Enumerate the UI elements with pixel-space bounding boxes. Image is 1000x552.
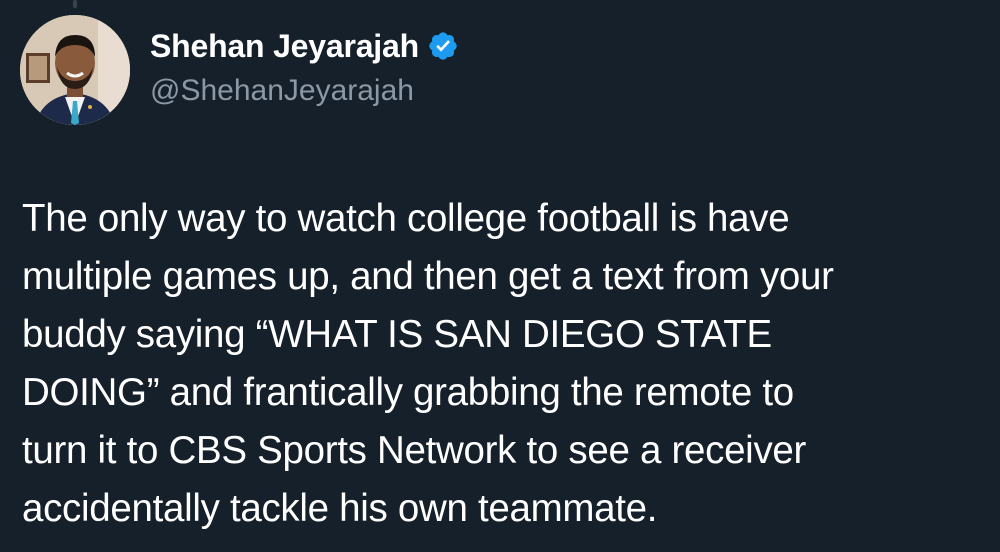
tweet-text-line: turn it to CBS Sports Network to see a r…	[22, 429, 807, 472]
author-display-name[interactable]: Shehan Jeyarajah	[150, 28, 419, 65]
tweet-card: Shehan Jeyarajah @ShehanJeyarajah The on…	[0, 0, 1000, 552]
tweet-text-line: The only way to watch college football i…	[22, 197, 790, 240]
tweet-text-line: multiple games up, and then get a text f…	[22, 255, 834, 298]
author-handle[interactable]: @ShehanJeyarajah	[150, 74, 414, 108]
author-name-row[interactable]: Shehan Jeyarajah	[150, 26, 459, 66]
tweet-text-line: DOING” and frantically grabbing the remo…	[22, 371, 794, 414]
thread-connector-line	[73, 0, 77, 8]
verified-badge-icon	[427, 30, 459, 62]
tweet-text-line: buddy saying “WHAT IS SAN DIEGO STATE	[22, 313, 772, 356]
avatar[interactable]	[20, 15, 130, 125]
profile-photo-icon	[20, 15, 130, 125]
tweet-body-text: The only way to watch college football i…	[22, 190, 982, 538]
tweet-text-line: accidentally tackle his own teammate.	[22, 487, 658, 530]
